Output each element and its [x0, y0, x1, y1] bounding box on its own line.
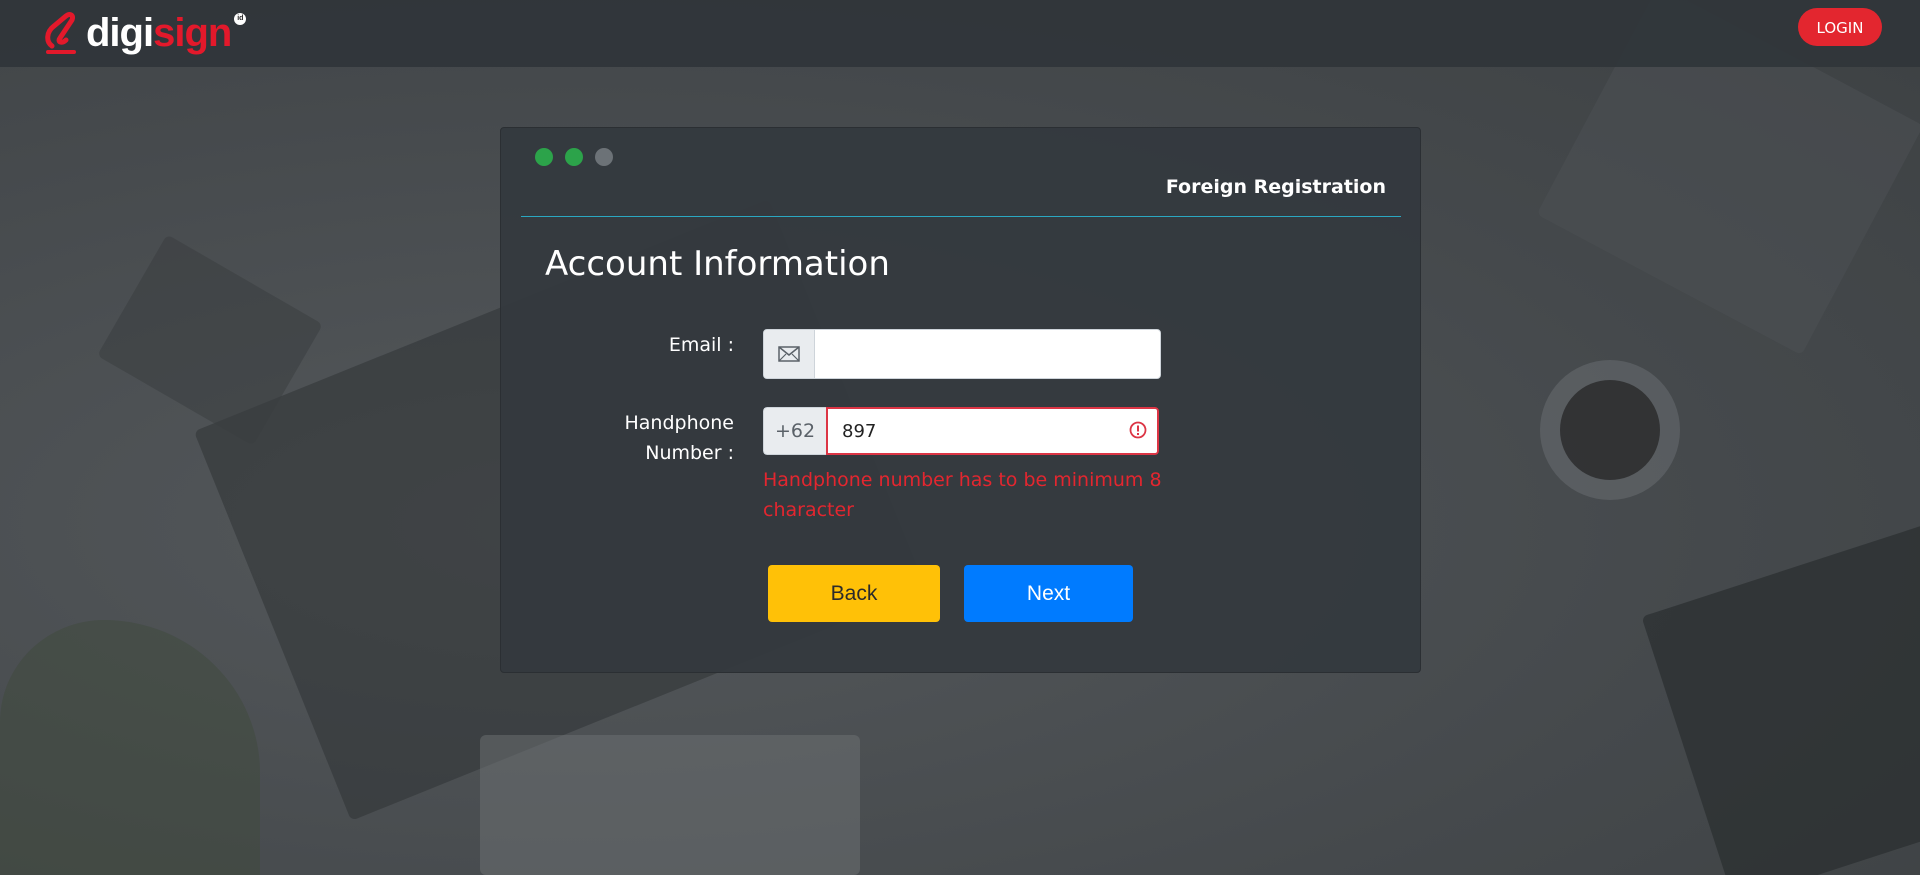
phone-error-message: Handphone number has to be minimum 8 cha…	[763, 469, 1162, 521]
logo-mark-icon	[44, 12, 84, 54]
phone-field-wrap	[826, 407, 1159, 455]
login-button[interactable]: LOGIN	[1798, 8, 1882, 46]
bg-keyboard	[1641, 517, 1920, 875]
divider	[521, 216, 1401, 217]
next-button[interactable]: Next	[964, 565, 1133, 622]
bg-coffee	[1560, 380, 1660, 480]
country-code-addon: +62	[763, 407, 826, 455]
envelope-icon	[764, 330, 815, 378]
card-title: Foreign Registration	[1165, 176, 1386, 198]
top-navbar: digi sign id LOGIN	[0, 0, 1920, 67]
registration-card: Foreign Registration Account Information…	[500, 127, 1421, 673]
dot-green-2	[565, 148, 583, 166]
phone-input-group: +62	[763, 407, 1159, 455]
logo-text-sign: sign	[153, 10, 232, 55]
email-input-group	[763, 329, 1161, 379]
window-dots	[535, 148, 613, 166]
logo-text-digi: digi	[86, 10, 154, 55]
bg-notebook	[480, 735, 860, 875]
exclamation-circle-icon	[1129, 421, 1147, 439]
logo-reg-badge: id	[234, 13, 247, 25]
phone-input[interactable]	[826, 407, 1159, 455]
section-title: Account Information	[545, 244, 890, 284]
phone-label: Handphone Number :	[624, 412, 735, 464]
email-label: Email :	[668, 334, 734, 356]
back-button[interactable]: Back	[768, 565, 940, 622]
email-input[interactable]	[815, 330, 1160, 378]
digisign-logo[interactable]: digi sign id	[44, 8, 247, 58]
bg-plant	[0, 620, 260, 875]
dot-green-1	[535, 148, 553, 166]
dot-gray	[595, 148, 613, 166]
